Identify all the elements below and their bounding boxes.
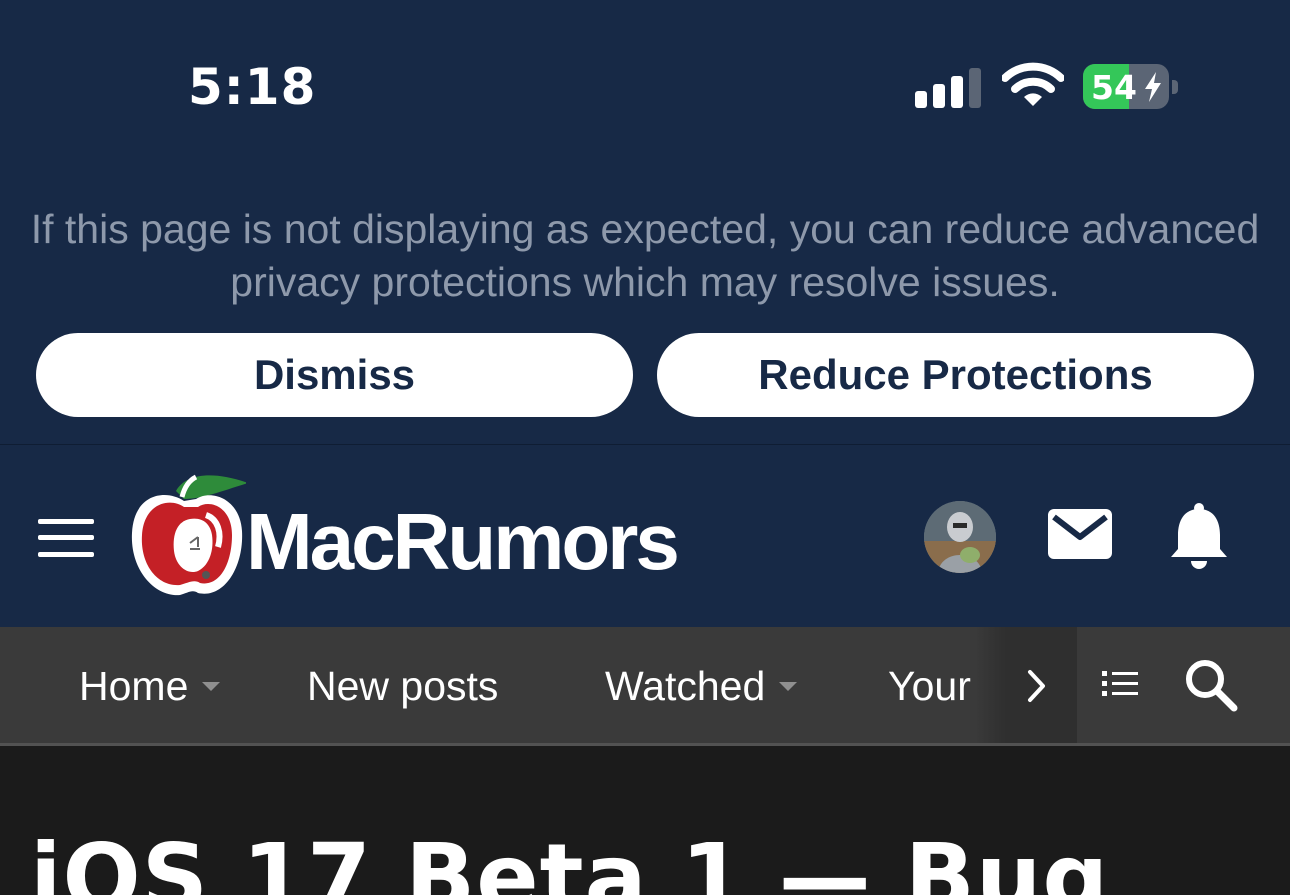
nav-item-label: Your [888, 663, 971, 709]
search-icon[interactable] [1183, 658, 1239, 712]
avatar[interactable] [924, 501, 996, 573]
status-time: 5:18 [188, 58, 317, 116]
bell-icon[interactable] [1168, 503, 1230, 569]
reduce-protections-button[interactable]: Reduce Protections [657, 333, 1254, 417]
battery-icon: 54 [1083, 64, 1169, 109]
nav-item-your[interactable]: Your [888, 663, 971, 710]
nav-item-label: Home [79, 663, 189, 709]
list-icon[interactable] [1102, 669, 1138, 699]
nav-item-label: Watched [605, 663, 766, 709]
macrumors-apple-logo[interactable] [126, 471, 246, 601]
chevron-down-icon[interactable] [779, 682, 798, 691]
site-header: MacRumors [0, 444, 1290, 627]
nav-item-new-posts[interactable]: New posts [307, 663, 498, 710]
privacy-banner: 5:18 54 If this page is not displaying a… [0, 0, 1290, 444]
main-nav: Home New posts Watched Your [0, 627, 1290, 746]
menu-icon[interactable] [38, 519, 94, 557]
nav-item-label: New posts [307, 663, 499, 709]
article-title[interactable]: iOS 17 Beta 1 — Bug [30, 824, 1109, 895]
chevron-right-icon[interactable] [1026, 669, 1048, 703]
battery-percent: 54 [1091, 68, 1137, 107]
wifi-icon [1002, 62, 1064, 106]
cellular-signal-icon [915, 66, 981, 108]
article: iOS 17 Beta 1 — Bug [0, 746, 1290, 895]
screen: 5:18 54 If this page is not displaying a… [0, 0, 1290, 895]
nav-item-watched[interactable]: Watched [605, 663, 798, 710]
chevron-down-icon[interactable] [202, 682, 221, 691]
charging-bolt-icon [1145, 72, 1161, 102]
battery-cap [1172, 80, 1178, 94]
nav-item-home[interactable]: Home [79, 663, 221, 710]
dismiss-button[interactable]: Dismiss [36, 333, 633, 417]
privacy-message: If this page is not displaying as expect… [30, 206, 1260, 305]
mail-icon[interactable] [1048, 509, 1112, 559]
brand-wordmark[interactable]: MacRumors [246, 497, 680, 587]
